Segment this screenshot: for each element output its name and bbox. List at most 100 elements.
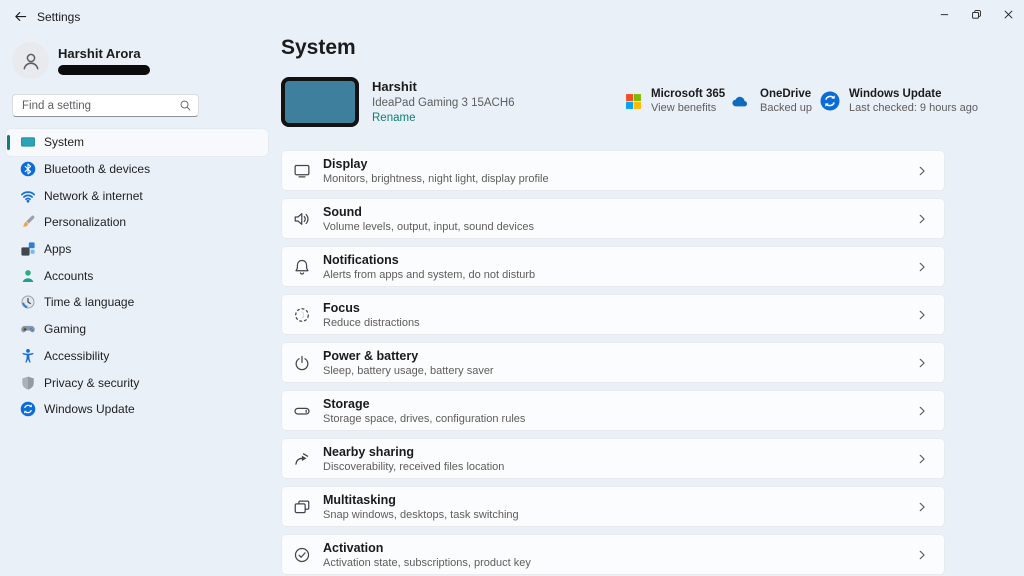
sidebar-item-label: Windows Update xyxy=(44,402,135,417)
settings-row-sound[interactable]: Sound Volume levels, output, input, soun… xyxy=(281,198,945,239)
chevron-right-icon xyxy=(915,356,929,370)
restore-button[interactable] xyxy=(960,0,992,28)
focus-icon xyxy=(293,306,311,324)
sidebar-item-label: Network & internet xyxy=(44,188,143,203)
row-subtitle: Activation state, subscriptions, product… xyxy=(323,556,531,569)
minimize-icon xyxy=(940,13,948,15)
row-title: Nearby sharing xyxy=(323,444,415,459)
rename-link[interactable]: Rename xyxy=(372,112,515,124)
close-icon xyxy=(1004,10,1012,18)
apps-icon xyxy=(19,241,36,258)
chevron-right-icon xyxy=(915,452,929,466)
sidebar-item-network-internet[interactable]: Network & internet xyxy=(6,182,268,209)
settings-row-multitasking[interactable]: Multitasking Snap windows, desktops, tas… xyxy=(281,486,945,527)
back-button[interactable] xyxy=(8,6,32,26)
app-title: Settings xyxy=(37,10,81,24)
sidebar-item-accounts[interactable]: Accounts xyxy=(6,262,268,289)
sidebar-item-label: Accessibility xyxy=(44,348,110,363)
settings-row-activation[interactable]: Activation Activation state, subscriptio… xyxy=(281,534,945,575)
onedrive-tile[interactable]: OneDrive Backed up xyxy=(727,88,812,114)
settings-rows: Display Monitors, brightness, night ligh… xyxy=(281,150,945,576)
window-controls xyxy=(928,0,1024,28)
time-language-icon xyxy=(19,294,36,311)
device-model: IdeaPad Gaming 3 15ACH6 xyxy=(372,97,515,109)
profile-button[interactable]: Harshit Arora xyxy=(12,42,150,79)
microsoft-365-tile[interactable]: Microsoft 365 View benefits xyxy=(625,88,725,114)
row-title: Display xyxy=(323,156,368,171)
settings-row-power-battery[interactable]: Power & battery Sleep, battery usage, ba… xyxy=(281,342,945,383)
avatar xyxy=(12,42,49,79)
sidebar-nav: System Bluetooth & devices Network & int… xyxy=(6,129,268,423)
device-name: Harshit xyxy=(372,79,417,94)
sidebar-item-personalization[interactable]: Personalization xyxy=(6,209,268,236)
personalization-icon xyxy=(19,214,36,231)
notifications-icon xyxy=(293,258,311,276)
sidebar-item-windows-update[interactable]: Windows Update xyxy=(6,396,268,423)
page-title: System xyxy=(281,36,356,59)
sidebar-item-bluetooth-devices[interactable]: Bluetooth & devices xyxy=(6,156,268,183)
restore-icon xyxy=(971,9,981,19)
row-subtitle: Monitors, brightness, night light, displ… xyxy=(323,172,549,185)
chevron-right-icon xyxy=(915,548,929,562)
search-box xyxy=(12,94,199,117)
microsoft-365-label: Microsoft 365 xyxy=(651,88,726,100)
row-subtitle: Storage space, drives, configuration rul… xyxy=(323,412,526,425)
row-title: Focus xyxy=(323,300,360,315)
bluetooth-icon xyxy=(19,161,36,178)
sound-icon xyxy=(293,210,311,228)
person-icon xyxy=(23,53,38,69)
chevron-right-icon xyxy=(915,212,929,226)
sidebar-item-accessibility[interactable]: Accessibility xyxy=(6,343,268,370)
close-button[interactable] xyxy=(992,0,1024,28)
windows-update-tile[interactable]: Windows Update Last checked: 9 hours ago xyxy=(820,88,978,114)
settings-row-focus[interactable]: Focus Reduce distractions xyxy=(281,294,945,335)
settings-row-nearby-sharing[interactable]: Nearby sharing Discoverability, received… xyxy=(281,438,945,479)
onedrive-status: Backed up xyxy=(760,102,812,114)
row-title: Power & battery xyxy=(323,348,419,363)
search-input[interactable] xyxy=(12,94,199,117)
chevron-right-icon xyxy=(915,260,929,274)
view-benefits-link[interactable]: View benefits xyxy=(651,102,725,114)
accounts-icon xyxy=(19,267,36,284)
row-subtitle: Reduce distractions xyxy=(323,316,420,329)
settings-row-notifications[interactable]: Notifications Alerts from apps and syste… xyxy=(281,246,945,287)
sidebar-item-label: System xyxy=(44,135,85,150)
sidebar-item-privacy-security[interactable]: Privacy & security xyxy=(6,369,268,396)
row-subtitle: Discoverability, received files location xyxy=(323,460,505,473)
settings-row-storage[interactable]: Storage Storage space, drives, configura… xyxy=(281,390,945,431)
storage-icon xyxy=(293,402,311,420)
chevron-right-icon xyxy=(915,404,929,418)
row-subtitle: Sleep, battery usage, battery saver xyxy=(323,364,494,377)
device-info: Harshit IdeaPad Gaming 3 15ACH6 Rename xyxy=(372,79,515,124)
accessibility-icon xyxy=(19,347,36,364)
settings-row-display[interactable]: Display Monitors, brightness, night ligh… xyxy=(281,150,945,191)
sidebar-item-time-language[interactable]: Time & language xyxy=(6,289,268,316)
sidebar-item-gaming[interactable]: Gaming xyxy=(6,316,268,343)
row-subtitle: Alerts from apps and system, do not dist… xyxy=(323,268,536,281)
row-subtitle: Volume levels, output, input, sound devi… xyxy=(323,220,534,233)
device-thumbnail xyxy=(281,77,359,127)
gaming-icon xyxy=(19,321,36,338)
back-arrow-icon xyxy=(14,11,26,21)
sidebar-item-label: Accounts xyxy=(44,268,94,283)
sidebar-item-apps[interactable]: Apps xyxy=(6,236,268,263)
settings-window: Settings Harshit Arora Find a setting Sy… xyxy=(0,0,1024,576)
sidebar-item-system[interactable]: System xyxy=(6,129,268,156)
profile-name: Harshit Arora xyxy=(58,46,141,61)
windows-update-icon xyxy=(19,401,36,418)
privacy-security-icon xyxy=(19,374,36,391)
sidebar-item-label: Personalization xyxy=(44,215,127,230)
nearby-sharing-icon xyxy=(293,450,311,468)
windows-update-label: Windows Update xyxy=(849,88,942,100)
minimize-button[interactable] xyxy=(928,0,960,28)
onedrive-icon xyxy=(732,96,748,106)
row-title: Activation xyxy=(323,540,384,555)
last-checked-status: Last checked: 9 hours ago xyxy=(849,102,979,114)
row-title: Multitasking xyxy=(323,492,396,507)
display-icon xyxy=(293,162,311,180)
microsoft-365-icon xyxy=(626,93,641,109)
titlebar: Settings xyxy=(0,0,1024,30)
multitasking-icon xyxy=(293,498,311,516)
row-title: Notifications xyxy=(323,252,399,267)
onedrive-label: OneDrive xyxy=(760,88,812,100)
